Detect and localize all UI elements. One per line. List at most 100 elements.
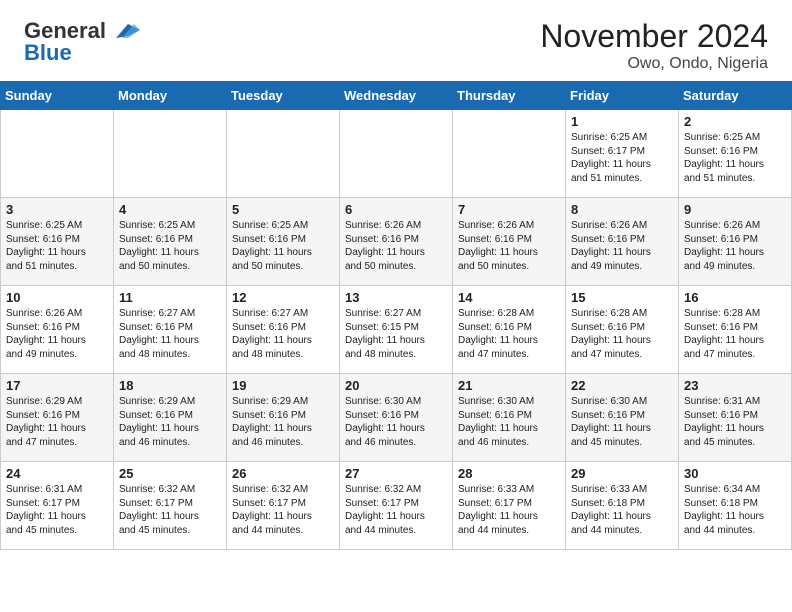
day-info: Sunrise: 6:25 AM Sunset: 6:17 PM Dayligh… [571,131,673,185]
calendar-cell: 22 Sunrise: 6:30 AM Sunset: 6:16 PM Dayli… [566,374,679,462]
day-info: Sunrise: 6:29 AM Sunset: 6:16 PM Dayligh… [119,395,221,449]
calendar-cell: 8 Sunrise: 6:26 AM Sunset: 6:16 PM Daylig… [566,198,679,286]
calendar-cell: 25 Sunrise: 6:32 AM Sunset: 6:17 PM Dayli… [114,462,227,550]
calendar-cell: 5Sunrise: 6:25 AM Sunset: 6:16 PM Daylig… [227,198,340,286]
day-info: Sunrise: 6:27 AM Sunset: 6:15 PM Dayligh… [345,307,447,361]
calendar-cell: 27 Sunrise: 6:32 AM Sunset: 6:17 PM Dayli… [340,462,453,550]
day-number: 15 [571,290,673,305]
calendar-cell: 14 Sunrise: 6:28 AM Sunset: 6:16 PM Dayli… [453,286,566,374]
day-number: 11 [119,290,221,305]
day-number: 16 [684,290,786,305]
day-number: 17 [6,378,108,393]
day-number: 23 [684,378,786,393]
calendar-cell: 23 Sunrise: 6:31 AM Sunset: 6:16 PM Dayli… [679,374,792,462]
day-number: 10 [6,290,108,305]
calendar-cell: 13 Sunrise: 6:27 AM Sunset: 6:15 PM Dayli… [340,286,453,374]
day-info: Sunrise: 6:26 AM Sunset: 6:16 PM Dayligh… [684,219,786,273]
day-number: 19 [232,378,334,393]
logo-icon [108,20,140,42]
day-number: 1 [571,114,673,129]
day-info: Sunrise: 6:28 AM Sunset: 6:16 PM Dayligh… [571,307,673,361]
calendar-cell: 24Sunrise: 6:31 AM Sunset: 6:17 PM Dayli… [1,462,114,550]
calendar-cell: 28Sunrise: 6:33 AM Sunset: 6:17 PM Dayli… [453,462,566,550]
logo-blue: Blue [24,40,72,66]
calendar-cell: 10 Sunrise: 6:26 AM Sunset: 6:16 PM Dayli… [1,286,114,374]
calendar-cell: 4 Sunrise: 6:25 AM Sunset: 6:16 PM Daylig… [114,198,227,286]
calendar-cell: 17 Sunrise: 6:29 AM Sunset: 6:16 PM Dayli… [1,374,114,462]
day-info: Sunrise: 6:26 AM Sunset: 6:16 PM Dayligh… [571,219,673,273]
day-number: 26 [232,466,334,481]
calendar-cell [340,110,453,198]
day-number: 12 [232,290,334,305]
day-number: 20 [345,378,447,393]
day-number: 25 [119,466,221,481]
col-header-friday: Friday [566,82,679,110]
day-info: Sunrise: 6:25 AM Sunset: 6:16 PM Dayligh… [232,219,334,273]
logo: General Blue [24,18,140,66]
col-header-saturday: Saturday [679,82,792,110]
calendar-cell: 29 Sunrise: 6:33 AM Sunset: 6:18 PM Dayli… [566,462,679,550]
day-info: Sunrise: 6:26 AM Sunset: 6:16 PM Dayligh… [6,307,108,361]
day-info: Sunrise: 6:30 AM Sunset: 6:16 PM Dayligh… [571,395,673,449]
calendar-title: November 2024 [540,18,768,55]
day-info: Sunrise: 6:29 AM Sunset: 6:16 PM Dayligh… [6,395,108,449]
day-number: 27 [345,466,447,481]
calendar-cell: 3 Sunrise: 6:25 AM Sunset: 6:16 PM Daylig… [1,198,114,286]
calendar-cell [1,110,114,198]
day-info: Sunrise: 6:28 AM Sunset: 6:16 PM Dayligh… [458,307,560,361]
day-info: Sunrise: 6:32 AM Sunset: 6:17 PM Dayligh… [345,483,447,537]
day-number: 22 [571,378,673,393]
calendar-cell: 2 Sunrise: 6:25 AM Sunset: 6:16 PM Daylig… [679,110,792,198]
day-info: Sunrise: 6:30 AM Sunset: 6:16 PM Dayligh… [345,395,447,449]
day-number: 28 [458,466,560,481]
day-info: Sunrise: 6:28 AM Sunset: 6:16 PM Dayligh… [684,307,786,361]
calendar-cell: 11Sunrise: 6:27 AM Sunset: 6:16 PM Dayli… [114,286,227,374]
day-info: Sunrise: 6:26 AM Sunset: 6:16 PM Dayligh… [458,219,560,273]
day-info: Sunrise: 6:31 AM Sunset: 6:16 PM Dayligh… [684,395,786,449]
day-info: Sunrise: 6:26 AM Sunset: 6:16 PM Dayligh… [345,219,447,273]
calendar-cell: 6 Sunrise: 6:26 AM Sunset: 6:16 PM Daylig… [340,198,453,286]
calendar-cell: 15 Sunrise: 6:28 AM Sunset: 6:16 PM Dayli… [566,286,679,374]
calendar-cell: 7 Sunrise: 6:26 AM Sunset: 6:16 PM Daylig… [453,198,566,286]
day-number: 29 [571,466,673,481]
day-number: 13 [345,290,447,305]
day-info: Sunrise: 6:27 AM Sunset: 6:16 PM Dayligh… [232,307,334,361]
calendar-cell: 30Sunrise: 6:34 AM Sunset: 6:18 PM Dayli… [679,462,792,550]
day-number: 18 [119,378,221,393]
calendar-cell: 1 Sunrise: 6:25 AM Sunset: 6:17 PM Daylig… [566,110,679,198]
day-info: Sunrise: 6:31 AM Sunset: 6:17 PM Dayligh… [6,483,108,537]
day-info: Sunrise: 6:30 AM Sunset: 6:16 PM Dayligh… [458,395,560,449]
day-info: Sunrise: 6:25 AM Sunset: 6:16 PM Dayligh… [684,131,786,185]
calendar-cell: 20 Sunrise: 6:30 AM Sunset: 6:16 PM Dayli… [340,374,453,462]
col-header-thursday: Thursday [453,82,566,110]
day-info: Sunrise: 6:25 AM Sunset: 6:16 PM Dayligh… [6,219,108,273]
day-info: Sunrise: 6:34 AM Sunset: 6:18 PM Dayligh… [684,483,786,537]
day-number: 6 [345,202,447,217]
calendar-cell: 12 Sunrise: 6:27 AM Sunset: 6:16 PM Dayli… [227,286,340,374]
day-number: 9 [684,202,786,217]
calendar-cell: 9 Sunrise: 6:26 AM Sunset: 6:16 PM Daylig… [679,198,792,286]
calendar-cell [453,110,566,198]
day-number: 8 [571,202,673,217]
col-header-sunday: Sunday [1,82,114,110]
calendar-cell: 16 Sunrise: 6:28 AM Sunset: 6:16 PM Dayli… [679,286,792,374]
day-number: 2 [684,114,786,129]
day-info: Sunrise: 6:29 AM Sunset: 6:16 PM Dayligh… [232,395,334,449]
day-info: Sunrise: 6:33 AM Sunset: 6:18 PM Dayligh… [571,483,673,537]
day-info: Sunrise: 6:25 AM Sunset: 6:16 PM Dayligh… [119,219,221,273]
calendar-table: SundayMondayTuesdayWednesdayThursdayFrid… [0,81,792,550]
day-number: 4 [119,202,221,217]
day-number: 7 [458,202,560,217]
calendar-cell [227,110,340,198]
calendar-cell: 21 Sunrise: 6:30 AM Sunset: 6:16 PM Dayli… [453,374,566,462]
day-number: 21 [458,378,560,393]
calendar-cell [114,110,227,198]
col-header-wednesday: Wednesday [340,82,453,110]
day-info: Sunrise: 6:32 AM Sunset: 6:17 PM Dayligh… [119,483,221,537]
col-header-tuesday: Tuesday [227,82,340,110]
day-number: 14 [458,290,560,305]
day-info: Sunrise: 6:32 AM Sunset: 6:17 PM Dayligh… [232,483,334,537]
calendar-subtitle: Owo, Ondo, Nigeria [540,55,768,73]
header: General Blue November 2024 Owo, Ondo, Ni… [0,0,792,81]
day-number: 3 [6,202,108,217]
